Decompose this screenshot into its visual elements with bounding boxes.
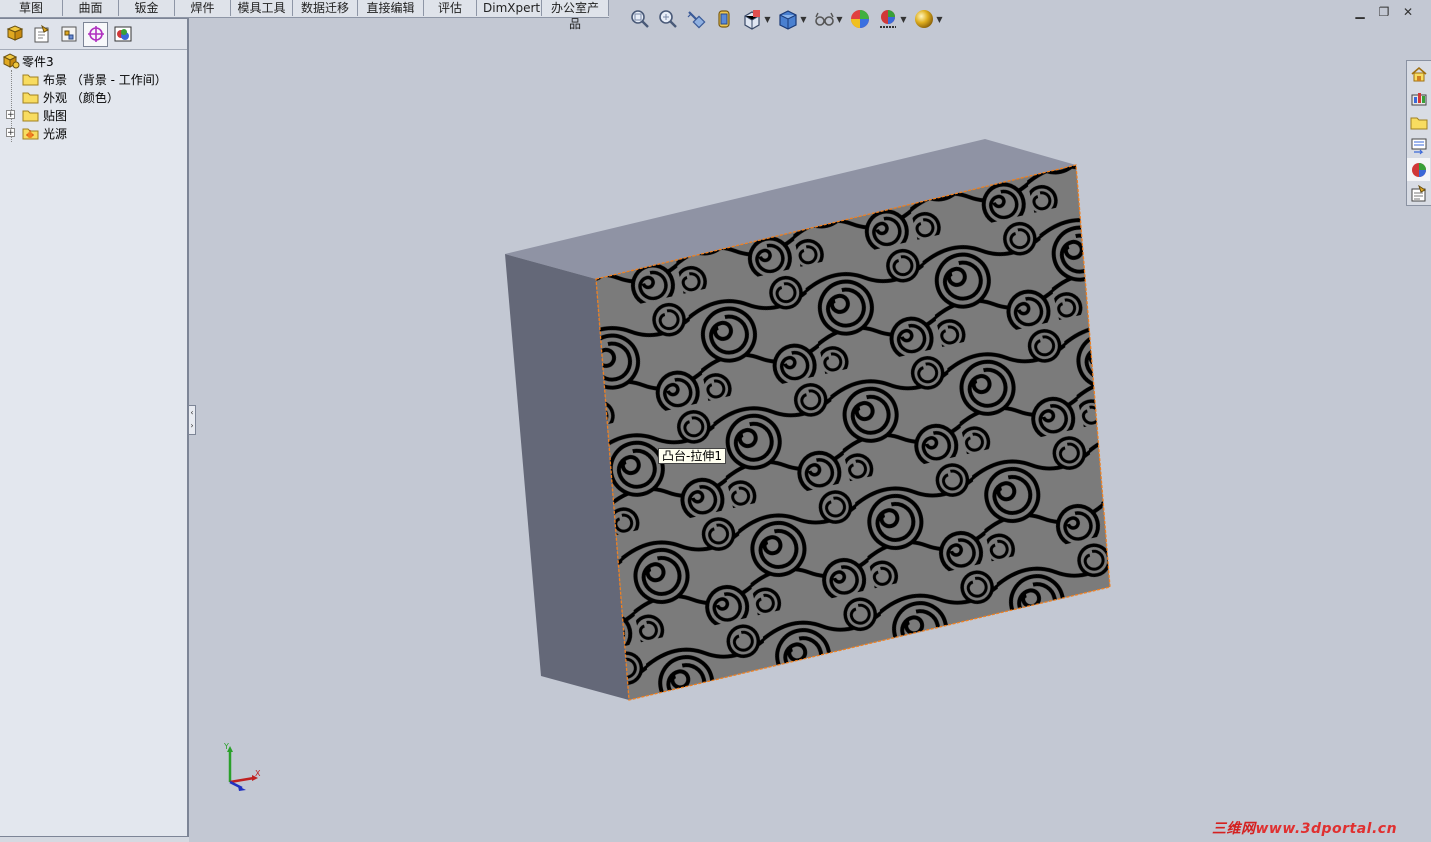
- zoom-to-fit-icon: [631, 10, 649, 28]
- tree-item-appearance[interactable]: 外观 （颜色）: [0, 88, 187, 106]
- hide-show-items-icon: [815, 12, 835, 26]
- previous-view-icon: [687, 11, 706, 29]
- panel-status-strip: [0, 836, 189, 842]
- manager-tabs: [0, 19, 187, 50]
- view-palette-tab[interactable]: [1407, 134, 1430, 157]
- featuremanager-tab[interactable]: [2, 22, 27, 47]
- section-view-icon: [718, 10, 730, 28]
- custom-properties-icon: [1411, 184, 1426, 201]
- panel-collapse-handle[interactable]: ‹ ›: [188, 405, 196, 435]
- edit-appearance-button[interactable]: [846, 6, 874, 32]
- file-explorer-tab[interactable]: [1407, 110, 1430, 133]
- front-face[interactable]: [595, 164, 1111, 701]
- propertymanager-tab[interactable]: [29, 22, 54, 47]
- configuration-manager-icon: [61, 26, 76, 42]
- command-tab[interactable]: 评估: [424, 0, 477, 16]
- top-face: [505, 139, 1076, 279]
- watermark-brand: 三维网: [1212, 821, 1256, 837]
- tree-item-label: 布景 （背景 - 工作间）: [43, 72, 167, 87]
- triad-x-label: X: [255, 769, 261, 778]
- previous-view-button[interactable]: [682, 6, 710, 32]
- watermark-url: www.3dportal.cn: [1255, 821, 1398, 837]
- window-controls: ▁ ❐ ✕: [1353, 5, 1415, 19]
- solidworks-resources-icon: [1410, 66, 1427, 81]
- folder-icon: [22, 92, 39, 104]
- command-tab[interactable]: 模具工具: [231, 0, 293, 16]
- command-tab[interactable]: 钣金: [119, 0, 175, 16]
- command-tab[interactable]: 焊件: [175, 0, 231, 16]
- watermark: 三维网www.3dportal.cn: [1212, 818, 1397, 838]
- tree-item-decals[interactable]: + 贴图: [0, 106, 187, 124]
- appearances-scenes-icon: [1411, 162, 1426, 177]
- file-explorer-icon: [1410, 117, 1427, 129]
- command-tab[interactable]: 办公室产品: [542, 0, 609, 31]
- view-palette-icon: [1411, 138, 1426, 154]
- tree-root-label: 零件3: [22, 54, 54, 69]
- edit-appearance-icon: [851, 10, 869, 28]
- command-tab[interactable]: 数据迁移: [293, 0, 358, 16]
- folder-icon: [22, 110, 39, 122]
- tree-item-label: 外观 （颜色）: [43, 90, 119, 105]
- tree-item-lights[interactable]: + 光源: [0, 124, 187, 142]
- view-settings-button[interactable]: ▼: [910, 6, 946, 32]
- command-tab[interactable]: 曲面: [63, 0, 119, 16]
- folder-icon: [22, 74, 39, 86]
- display-manager-panel: 零件3 布景 （背景 - 工作间） 外观 （颜色） + 贴图 + 光源: [0, 18, 189, 836]
- task-pane-tabs: [1406, 60, 1431, 206]
- view-settings-icon: [915, 10, 934, 28]
- feature-tooltip: 凸台-拉伸1: [658, 448, 726, 464]
- apply-scene-button[interactable]: ▼: [874, 6, 910, 32]
- expand-icon[interactable]: +: [6, 110, 15, 120]
- reference-triad: Y X: [223, 742, 261, 791]
- command-tab[interactable]: 直接编辑: [358, 0, 424, 16]
- display-style-button[interactable]: ▼: [774, 6, 810, 32]
- front-face-decal: [596, 165, 1110, 700]
- graphics-area: [505, 139, 1111, 701]
- zoom-to-area-button[interactable]: [654, 6, 682, 32]
- display-tree: 零件3 布景 （背景 - 工作间） 外观 （颜色） + 贴图 + 光源: [0, 50, 187, 142]
- feature-tree-icon: [6, 25, 23, 41]
- property-manager-icon: [34, 24, 49, 43]
- section-view-button[interactable]: [710, 6, 738, 32]
- hide-show-items-button[interactable]: ▼: [810, 6, 846, 32]
- design-library-tab[interactable]: [1407, 86, 1430, 109]
- displaymanager-tab[interactable]: [110, 22, 135, 47]
- tree-item-label: 贴图: [43, 108, 68, 123]
- solidworks-resources-tab[interactable]: [1407, 62, 1430, 85]
- part-icon: [2, 53, 20, 69]
- restore-icon[interactable]: ❐: [1377, 5, 1391, 19]
- chevron-down-icon: ▼: [764, 14, 771, 24]
- side-face: [505, 254, 629, 700]
- command-tab[interactable]: 草图: [0, 0, 63, 16]
- display-manager-icon: [114, 26, 131, 42]
- heads-up-view-toolbar: ▼ ▼ ▼ ▼ ▼: [626, 6, 946, 32]
- chevron-down-icon: ▼: [800, 14, 807, 24]
- chevron-down-icon: ▼: [936, 14, 943, 24]
- close-icon[interactable]: ✕: [1401, 5, 1415, 19]
- dimxpertmanager-tab[interactable]: [83, 21, 108, 47]
- tree-root[interactable]: 零件3: [0, 52, 187, 70]
- configurationmanager-tab[interactable]: [56, 22, 81, 47]
- display-style-icon: [779, 10, 798, 30]
- tree-item-label: 光源: [43, 126, 68, 141]
- command-manager-tabs: 草图 曲面 钣金 焊件 模具工具 数据迁移 直接编辑 评估 DimXpert 办公室产品: [0, 0, 609, 31]
- minimize-icon[interactable]: ▁: [1353, 5, 1367, 19]
- zoom-to-fit-button[interactable]: [626, 6, 654, 32]
- expand-icon[interactable]: +: [6, 128, 15, 138]
- chevron-down-icon: ▼: [900, 14, 907, 24]
- lights-folder-icon: [22, 128, 39, 140]
- custom-properties-tab[interactable]: [1407, 182, 1430, 205]
- dimxpert-icon: [87, 26, 104, 42]
- appearances-scenes-tab[interactable]: [1407, 158, 1430, 181]
- tree-item-scene[interactable]: 布景 （背景 - 工作间）: [0, 70, 187, 88]
- apply-scene-icon: [880, 10, 897, 28]
- zoom-to-area-icon: [659, 10, 677, 28]
- design-library-icon: [1411, 92, 1426, 105]
- view-orientation-button[interactable]: ▼: [738, 6, 774, 32]
- view-orientation-icon: [744, 10, 761, 30]
- command-tab[interactable]: DimXpert: [477, 0, 542, 16]
- chevron-down-icon: ▼: [836, 14, 843, 24]
- triad-y-label: Y: [223, 742, 229, 751]
